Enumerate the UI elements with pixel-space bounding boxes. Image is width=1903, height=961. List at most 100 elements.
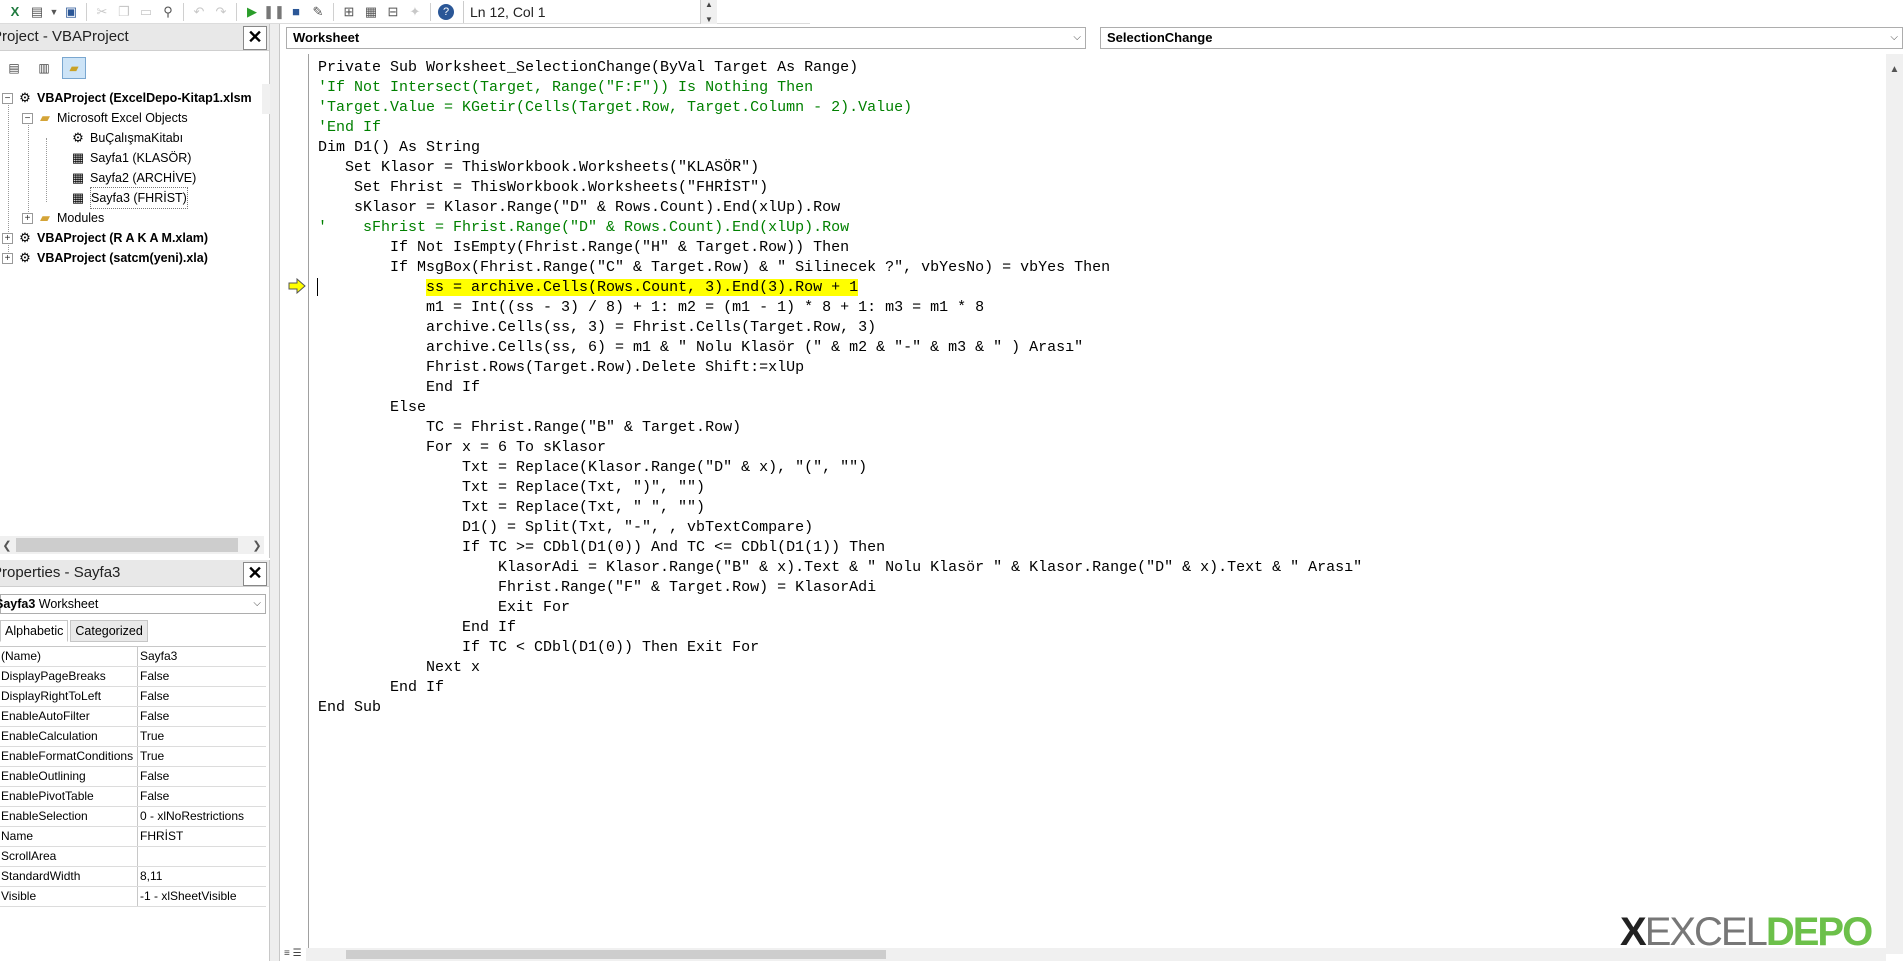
margin-indicator-bar[interactable] (284, 54, 309, 954)
project-explorer-icon[interactable]: ⊞ (338, 2, 360, 22)
tree-node-sayfa2[interactable]: ▦ Sayfa2 (ARCHİVE) (70, 168, 196, 188)
insert-userform-icon[interactable]: ▤ (26, 2, 48, 22)
chevron-down-icon[interactable]: ⌵ (253, 595, 261, 613)
property-row[interactable]: ScrollArea (0, 847, 266, 867)
procedure-view-buttons[interactable]: ≡ ☰ (284, 948, 306, 961)
code-line[interactable]: 'If Not Intersect(Target, Range("F:F")) … (318, 78, 1362, 98)
object-combo[interactable]: Worksheet ⌵ (286, 27, 1086, 49)
property-row[interactable]: Visible -1 - xlSheetVisible (0, 887, 266, 907)
insert-dropdown-icon[interactable]: ▼ (48, 2, 60, 22)
toolbar-scroll-control[interactable]: ▲ ▼ (700, 0, 717, 24)
scroll-left-icon[interactable]: ❮ (0, 539, 14, 552)
code-line[interactable]: Else (318, 398, 1362, 418)
tree-node-project-1[interactable]: − ⚙ VBAProject (ExcelDepo-Kitap1.xlsm (2, 88, 252, 108)
property-value[interactable]: False (138, 667, 169, 686)
code-text[interactable]: Private Sub Worksheet_SelectionChange(By… (318, 58, 1362, 718)
property-row[interactable]: EnableAutoFilter False (0, 707, 266, 727)
code-line[interactable]: If Not IsEmpty(Fhrist.Range("H" & Target… (318, 238, 1362, 258)
property-value[interactable]: FHRİST (138, 827, 183, 846)
expand-icon[interactable]: + (2, 232, 13, 244)
property-row[interactable]: EnableOutlining False (0, 767, 266, 787)
property-row[interactable]: DisplayPageBreaks False (0, 667, 266, 687)
view-object-icon[interactable]: ▥ (32, 57, 56, 79)
view-code-icon[interactable]: ▤ (2, 57, 26, 79)
property-row[interactable]: DisplayRightToLeft False (0, 687, 266, 707)
code-line[interactable]: 'Target.Value = KGetir(Cells(Target.Row,… (318, 98, 1362, 118)
property-row[interactable]: EnableFormatConditions True (0, 747, 266, 767)
design-mode-icon[interactable]: ✎ (307, 2, 329, 22)
tree-node-project-2[interactable]: + ⚙ VBAProject (R A K A M.xlam) (2, 228, 208, 248)
property-row[interactable]: (Name) Sayfa3 (0, 647, 266, 667)
scroll-up-icon[interactable]: ▲ (1886, 64, 1903, 75)
property-value[interactable]: False (138, 767, 169, 786)
code-editor[interactable]: Private Sub Worksheet_SelectionChange(By… (284, 54, 1884, 954)
property-value[interactable]: True (138, 747, 164, 766)
project-tree-hscrollbar[interactable]: ❮ ❯ (0, 536, 264, 554)
collapse-icon[interactable]: − (22, 112, 33, 124)
toggle-folders-icon[interactable]: ▰ (62, 57, 86, 79)
paste-icon[interactable]: ▭ (135, 2, 157, 22)
code-line[interactable]: End If (318, 618, 1362, 638)
run-icon[interactable]: ▶ (241, 2, 263, 22)
property-value[interactable]: -1 - xlSheetVisible (138, 887, 237, 906)
property-row[interactable]: EnableCalculation True (0, 727, 266, 747)
property-row[interactable]: Name FHRİST (0, 827, 266, 847)
tree-node-modules[interactable]: + ▰ Modules (22, 208, 104, 228)
reset-icon[interactable]: ■ (285, 2, 307, 22)
code-line[interactable]: Set Fhrist = ThisWorkbook.Worksheets("FH… (318, 178, 1362, 198)
excel-view-icon[interactable]: X (4, 2, 26, 22)
property-value[interactable]: 8,11 (138, 867, 162, 886)
chevron-down-icon[interactable]: ⌵ (1073, 28, 1081, 48)
code-line[interactable]: If MsgBox(Fhrist.Range("C" & Target.Row)… (318, 258, 1362, 278)
properties-window-icon[interactable]: ▦ (360, 2, 382, 22)
code-line[interactable]: sKlasor = Klasor.Range("D" & Rows.Count)… (318, 198, 1362, 218)
property-value[interactable]: False (138, 687, 169, 706)
expand-icon[interactable]: + (22, 212, 33, 224)
close-properties-button[interactable]: ✕ (243, 562, 267, 586)
property-value[interactable]: True (138, 727, 164, 746)
property-value[interactable]: 0 - xlNoRestrictions (138, 807, 244, 826)
tab-categorized[interactable]: Categorized (70, 620, 148, 642)
property-value[interactable]: False (138, 787, 169, 806)
code-line[interactable]: D1() = Split(Txt, "-", , vbTextCompare) (318, 518, 1362, 538)
scroll-thumb[interactable] (16, 538, 238, 552)
code-line[interactable]: Private Sub Worksheet_SelectionChange(By… (318, 58, 1362, 78)
code-line[interactable]: If TC >= CDbl(D1(0)) And TC <= CDbl(D1(1… (318, 538, 1362, 558)
code-line[interactable]: ss = archive.Cells(Rows.Count, 3).End(3)… (318, 278, 1362, 298)
undo-icon[interactable]: ↶ (188, 2, 210, 22)
code-line[interactable]: KlasorAdi = Klasor.Range("B" & x).Text &… (318, 558, 1362, 578)
property-value[interactable] (138, 847, 140, 866)
copy-icon[interactable]: ❐ (113, 2, 135, 22)
save-icon[interactable]: ▣ (60, 2, 82, 22)
code-line[interactable]: Set Klasor = ThisWorkbook.Worksheets("KL… (318, 158, 1362, 178)
code-line[interactable]: Next x (318, 658, 1362, 678)
project-tree-scrollbar[interactable] (262, 84, 270, 114)
tree-node-project-3[interactable]: + ⚙ VBAProject (satcm(yeni).xla) (2, 248, 208, 268)
redo-icon[interactable]: ↷ (210, 2, 232, 22)
code-line[interactable]: Exit For (318, 598, 1362, 618)
code-line[interactable]: archive.Cells(ss, 3) = Fhrist.Cells(Targ… (318, 318, 1362, 338)
find-icon[interactable]: ⚲ (157, 2, 179, 22)
code-line[interactable]: 'End If (318, 118, 1362, 138)
code-line[interactable]: archive.Cells(ss, 6) = m1 & " Nolu Klasö… (318, 338, 1362, 358)
object-browser-icon[interactable]: ⊟ (382, 2, 404, 22)
code-line[interactable]: Dim D1() As String (318, 138, 1362, 158)
property-value[interactable]: Sayfa3 (138, 647, 177, 666)
expand-icon[interactable]: + (2, 252, 13, 264)
tab-alphabetic[interactable]: Alphabetic (0, 620, 69, 642)
code-line[interactable]: Txt = Replace(Txt, " ", "") (318, 498, 1362, 518)
code-line[interactable]: End If (318, 378, 1362, 398)
tree-node-workbook[interactable]: ⚙ BuÇalışmaKitabı (70, 128, 183, 148)
help-icon[interactable]: ? (438, 3, 454, 20)
property-row[interactable]: StandardWidth 8,11 (0, 867, 266, 887)
toolbox-icon[interactable]: ✦ (404, 2, 426, 22)
property-value[interactable]: False (138, 707, 169, 726)
pane-splitter[interactable] (270, 24, 280, 961)
tree-node-excel-objects[interactable]: − ▰ Microsoft Excel Objects (22, 108, 188, 128)
code-line[interactable]: If TC < CDbl(D1(0)) Then Exit For (318, 638, 1362, 658)
code-line[interactable]: End Sub (318, 698, 1362, 718)
break-icon[interactable]: ❚❚ (263, 2, 285, 22)
close-project-explorer-button[interactable]: ✕ (243, 26, 267, 50)
property-row[interactable]: EnableSelection 0 - xlNoRestrictions (0, 807, 266, 827)
code-line[interactable]: End If (318, 678, 1362, 698)
